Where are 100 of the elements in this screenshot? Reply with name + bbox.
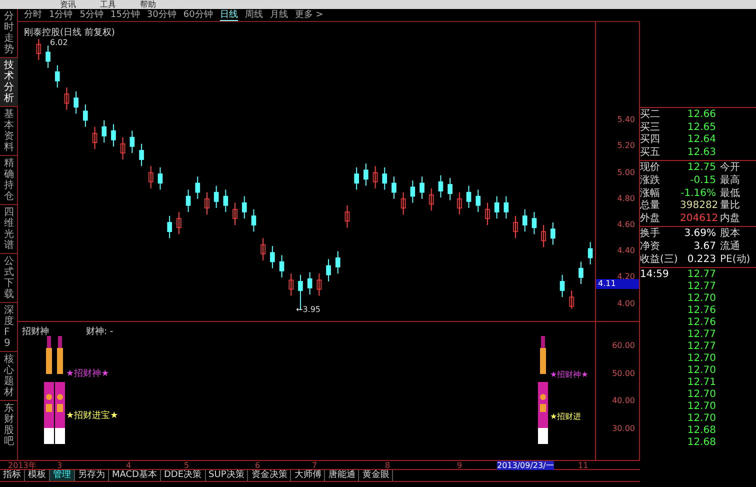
quote-label: 现价 (640, 162, 661, 174)
trade-price: 12.77 (686, 329, 717, 342)
candle (560, 274, 565, 298)
candle (354, 166, 359, 190)
indicator-tab[interactable]: SUP决策 (206, 470, 248, 481)
candle (382, 166, 388, 190)
period-tab[interactable]: 15分钟 (110, 9, 140, 21)
side-tab[interactable]: 公式下载 (0, 254, 18, 303)
price-axis-label: 4.40 (617, 246, 635, 256)
period-tab[interactable]: 5分钟 (80, 9, 104, 21)
quote-label: 股本 (720, 228, 741, 240)
period-tab[interactable]: 分时 (24, 9, 42, 21)
candle (392, 176, 396, 200)
period-tab[interactable]: 60分钟 (183, 9, 213, 21)
date-axis-label: 11 (578, 461, 588, 470)
side-tab[interactable]: 东财股吧 (0, 401, 18, 449)
date-axis-label: 3 (57, 461, 62, 470)
candle (214, 185, 219, 209)
period-tab[interactable]: 30分钟 (146, 9, 176, 21)
candle (92, 126, 98, 150)
candle (578, 261, 584, 284)
candle (532, 211, 537, 235)
candle (260, 238, 266, 261)
indicator-tab[interactable]: 黄金眼 (359, 470, 394, 481)
candle (485, 202, 490, 226)
quote-label: 买四 (640, 134, 661, 147)
quote-label: 换手 (640, 228, 661, 241)
indicator-tab[interactable]: 另存为 (75, 470, 109, 481)
signal-label: ★招财进宝★ (66, 411, 118, 422)
indicator-axis-label: 40.00 (612, 396, 635, 406)
candle (513, 215, 518, 239)
quote-value: 204612 (680, 212, 720, 226)
candle (270, 246, 275, 269)
period-tab[interactable]: 更多 > (294, 9, 324, 21)
trade-price: 12.70 (686, 413, 717, 426)
trade-price: 12.70 (686, 401, 717, 414)
candle (541, 224, 546, 248)
indicator-tab[interactable]: DDE决策 (160, 470, 206, 481)
bid-price: 12.64 (686, 134, 717, 147)
quote-label: 总量 (640, 200, 661, 213)
period-tab[interactable]: 月线 (270, 9, 288, 21)
candle (36, 38, 42, 60)
candle (307, 272, 312, 295)
quote-label: 买三 (640, 122, 661, 134)
candle (569, 290, 574, 310)
quote-label: 涨跌 (640, 174, 661, 188)
trade-price: 12.77 (686, 341, 717, 354)
date-axis-label: 8 (385, 461, 390, 470)
trade-price: 12.70 (686, 353, 717, 366)
candle (466, 185, 472, 209)
side-tab[interactable]: 深度F9 (0, 303, 18, 352)
bid-price: 12.63 (686, 146, 717, 160)
indicator-tab[interactable]: 资金决策 (248, 470, 292, 481)
menu-item[interactable]: 资讯 (60, 0, 76, 9)
trade-price: 12.76 (686, 305, 717, 318)
trade-price: 12.77 (686, 269, 717, 282)
side-tab[interactable]: 精确持仓 (0, 156, 18, 205)
candle (400, 192, 406, 216)
quote-value: 0.223 (686, 254, 717, 266)
candle (448, 177, 452, 201)
price-axis-label: 4.80 (617, 194, 635, 204)
indicator-axis-label: 60.00 (612, 341, 635, 351)
indicator-tab[interactable]: 大师傅 (291, 470, 326, 481)
period-tab[interactable]: 周线 (244, 9, 263, 21)
menu-item[interactable]: 工具 (100, 0, 116, 9)
trade-price: 12.76 (686, 317, 717, 330)
price-axis-label: 5.00 (617, 168, 635, 178)
quote-label: 外盘 (640, 212, 661, 226)
indicator-value: 财神: - (86, 326, 114, 338)
candle (372, 166, 378, 189)
candle (550, 222, 556, 246)
side-tab[interactable]: 四维光谱 (0, 205, 18, 254)
indicator-tab[interactable]: MACD基本 (109, 470, 161, 481)
date-axis-label: 9 (457, 461, 462, 470)
side-tab[interactable]: 技术分析 (0, 58, 18, 107)
price-axis-label: 5.40 (617, 115, 635, 126)
candle (476, 189, 481, 212)
candle (64, 87, 70, 110)
candle (195, 176, 200, 200)
candle (428, 188, 434, 212)
side-tab[interactable]: 核心题材 (0, 352, 18, 401)
indicator-tab[interactable]: 指标 (0, 470, 25, 481)
quote-label: 买二 (640, 109, 661, 122)
indicator-tab[interactable]: 管理 (50, 470, 75, 481)
candle (139, 143, 144, 167)
menu-item[interactable]: 帮助 (140, 0, 156, 9)
side-tab[interactable]: 基本资料 (0, 107, 18, 156)
trade-price: 12.70 (686, 293, 717, 306)
signal-label: ★招财神★ (550, 369, 588, 380)
candle (120, 136, 126, 160)
candle (316, 273, 322, 296)
cursor-price-label: 4.11 (596, 279, 639, 289)
candle (522, 208, 528, 232)
quote-label: PE(动) (720, 254, 752, 266)
candle (186, 189, 191, 212)
period-tab[interactable]: 日线 (220, 9, 238, 21)
candle (148, 166, 154, 189)
candle (232, 202, 238, 226)
period-tab[interactable]: 1分钟 (49, 9, 73, 21)
quote-value: -0.15 (689, 174, 717, 188)
